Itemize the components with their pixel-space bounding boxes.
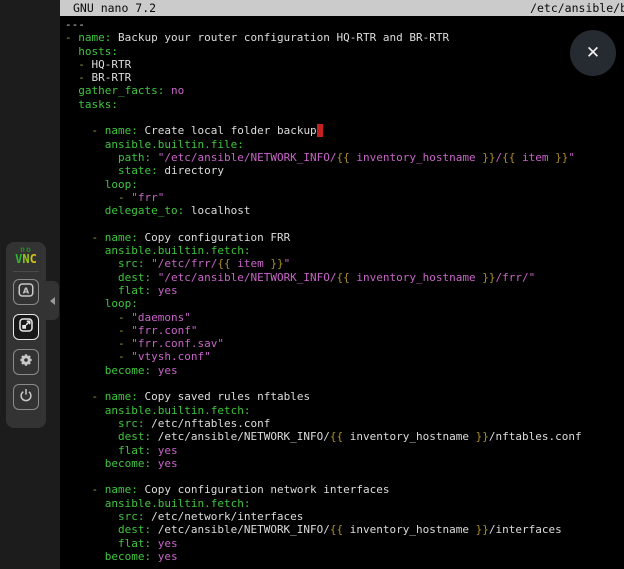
editor-line: ansible.builtin.file: [65,138,624,151]
settings-button[interactable] [13,349,39,375]
collapse-left-arrow-icon [50,297,55,305]
editor-line: become: yes [65,457,624,470]
editor-line: ansible.builtin.fetch: [65,244,624,257]
editor-line: src: "/etc/frr/{{ item }}" [65,257,624,270]
editor-line: - name: Copy saved rules nftables [65,390,624,403]
terminal-window: GNU nano 7.2 /etc/ansible/b ---- name: B… [60,0,624,569]
editor-line: loop: [65,178,624,191]
nano-titlebar: GNU nano 7.2 /etc/ansible/b [60,0,624,16]
sidebar-collapse-handle[interactable] [46,281,59,320]
editor-line: flat: yes [65,444,624,457]
editor-line: ansible.builtin.fetch: [65,404,624,417]
editor-line [65,377,624,390]
fullscreen-button[interactable] [13,314,39,340]
power-button[interactable] [13,384,39,410]
editor-line [65,217,624,230]
editor-line: - "frr" [65,191,624,204]
editor-line: ansible.builtin.fetch: [65,497,624,510]
fullscreen-icon [17,316,35,338]
editor-line: - HQ-RTR [65,58,624,71]
editor-line: gather_facts: no [65,84,624,97]
keyboard-a-key-icon: A [17,281,35,303]
editor-line: flat: yes [65,284,624,297]
editor-line: hosts: [65,45,624,58]
editor-line: - name: Backup your router configuration… [65,31,624,44]
editor-line: flat: yes [65,537,624,550]
editor-line: - name: Copy configuration FRR [65,231,624,244]
gear-icon [17,351,35,373]
editor-line: - name: Copy configuration network inter… [65,483,624,496]
editor-line: state: directory [65,164,624,177]
editor-line [65,111,624,124]
editor-content[interactable]: ---- name: Backup your router configurat… [60,16,624,563]
panel-divider [13,271,39,272]
text-cursor [317,124,324,137]
editor-line: become: yes [65,550,624,563]
close-button[interactable]: ✕ [570,30,616,76]
vnc-control-panel: no VNC A [6,242,46,428]
editor-line: --- [65,18,624,31]
svg-text:A: A [23,285,30,295]
editor-line: dest: /etc/ansible/NETWORK_INFO/{{ inven… [65,523,624,536]
keyboard-button[interactable]: A [13,279,39,305]
editor-line: become: yes [65,364,624,377]
editor-line: - name: Create local folder backup [65,124,624,137]
editor-line: - "vtysh.conf" [65,350,624,363]
nano-version-label: GNU nano 7.2 [73,0,156,16]
vnc-sidebar: no VNC A [0,0,60,569]
editor-line: dest: /etc/ansible/NETWORK_INFO/{{ inven… [65,430,624,443]
editor-line: path: "/etc/ansible/NETWORK_INFO/{{ inve… [65,151,624,164]
editor-line: - BR-RTR [65,71,624,84]
editor-line: src: /etc/network/interfaces [65,510,624,523]
editor-line: - "frr.conf.sav" [65,337,624,350]
editor-line: loop: [65,297,624,310]
novnc-logo: no VNC [15,246,37,265]
editor-line [65,470,624,483]
nano-filename-label: /etc/ansible/b [530,0,624,16]
novnc-logo-main: VNC [15,253,37,265]
editor-line: tasks: [65,98,624,111]
editor-line: - "frr.conf" [65,324,624,337]
editor-line: dest: "/etc/ansible/NETWORK_INFO/{{ inve… [65,271,624,284]
power-icon [17,386,35,408]
close-icon: ✕ [586,45,600,62]
editor-line: - "daemons" [65,311,624,324]
editor-line: delegate_to: localhost [65,204,624,217]
editor-line: src: /etc/nftables.conf [65,417,624,430]
